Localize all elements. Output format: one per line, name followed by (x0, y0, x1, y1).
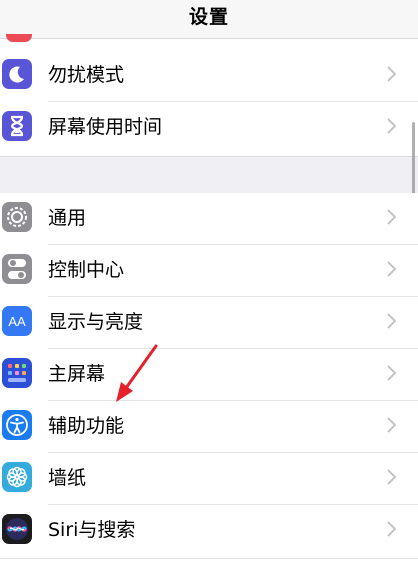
settings-row-label: 屏幕使用时间 (48, 116, 163, 138)
text-size-icon: AA (2, 306, 32, 336)
settings-row-label: 控制中心 (48, 259, 125, 281)
settings-row-label: 辅助功能 (48, 415, 125, 437)
chevron-right-icon (387, 365, 396, 381)
moon-icon (2, 59, 32, 89)
settings-row-control-center[interactable]: 控制中心 (0, 245, 418, 297)
chevron-right-icon (387, 209, 396, 225)
gear-icon (2, 202, 32, 232)
accessibility-icon (2, 410, 32, 440)
partial-row-icon (6, 34, 32, 42)
section-gap (0, 156, 418, 194)
settings-row-do-not-disturb[interactable]: 勿扰模式 (0, 50, 418, 102)
settings-row-label: 墙纸 (48, 467, 87, 489)
settings-row-wallpaper[interactable]: 墙纸 (0, 453, 418, 505)
settings-row-accessibility[interactable]: 辅助功能 (0, 401, 418, 453)
text-size-glyph: AA (8, 313, 26, 329)
chevron-right-icon (387, 118, 396, 134)
chevron-right-icon (387, 66, 396, 82)
chevron-right-icon (387, 521, 396, 537)
row-separator (0, 558, 418, 559)
settings-row-general[interactable]: 通用 (0, 193, 418, 245)
page-title: 设置 (188, 6, 229, 28)
settings-row-screen-time[interactable]: 屏幕使用时间 (0, 102, 418, 154)
toggles-icon (2, 254, 32, 284)
chevron-right-icon (387, 313, 396, 329)
siri-icon (2, 514, 32, 544)
hourglass-icon (2, 111, 32, 141)
settings-row-label: 勿扰模式 (48, 64, 125, 86)
settings-row-home-screen[interactable]: 主屏幕 (0, 349, 418, 401)
navigation-bar: 设置 (0, 0, 418, 39)
settings-row-label: 通用 (48, 207, 87, 229)
flower-icon (2, 462, 32, 492)
chevron-right-icon (387, 261, 396, 277)
settings-row-label: Siri与搜索 (48, 519, 136, 541)
chevron-right-icon (387, 469, 396, 485)
home-grid-icon (2, 358, 32, 388)
chevron-right-icon (387, 417, 396, 433)
settings-row-display-brightness[interactable]: AA 显示与亮度 (0, 297, 418, 349)
settings-row-label: 显示与亮度 (48, 311, 144, 333)
settings-row-siri-search[interactable]: Siri与搜索 (0, 505, 418, 557)
settings-row-label: 主屏幕 (48, 363, 106, 385)
